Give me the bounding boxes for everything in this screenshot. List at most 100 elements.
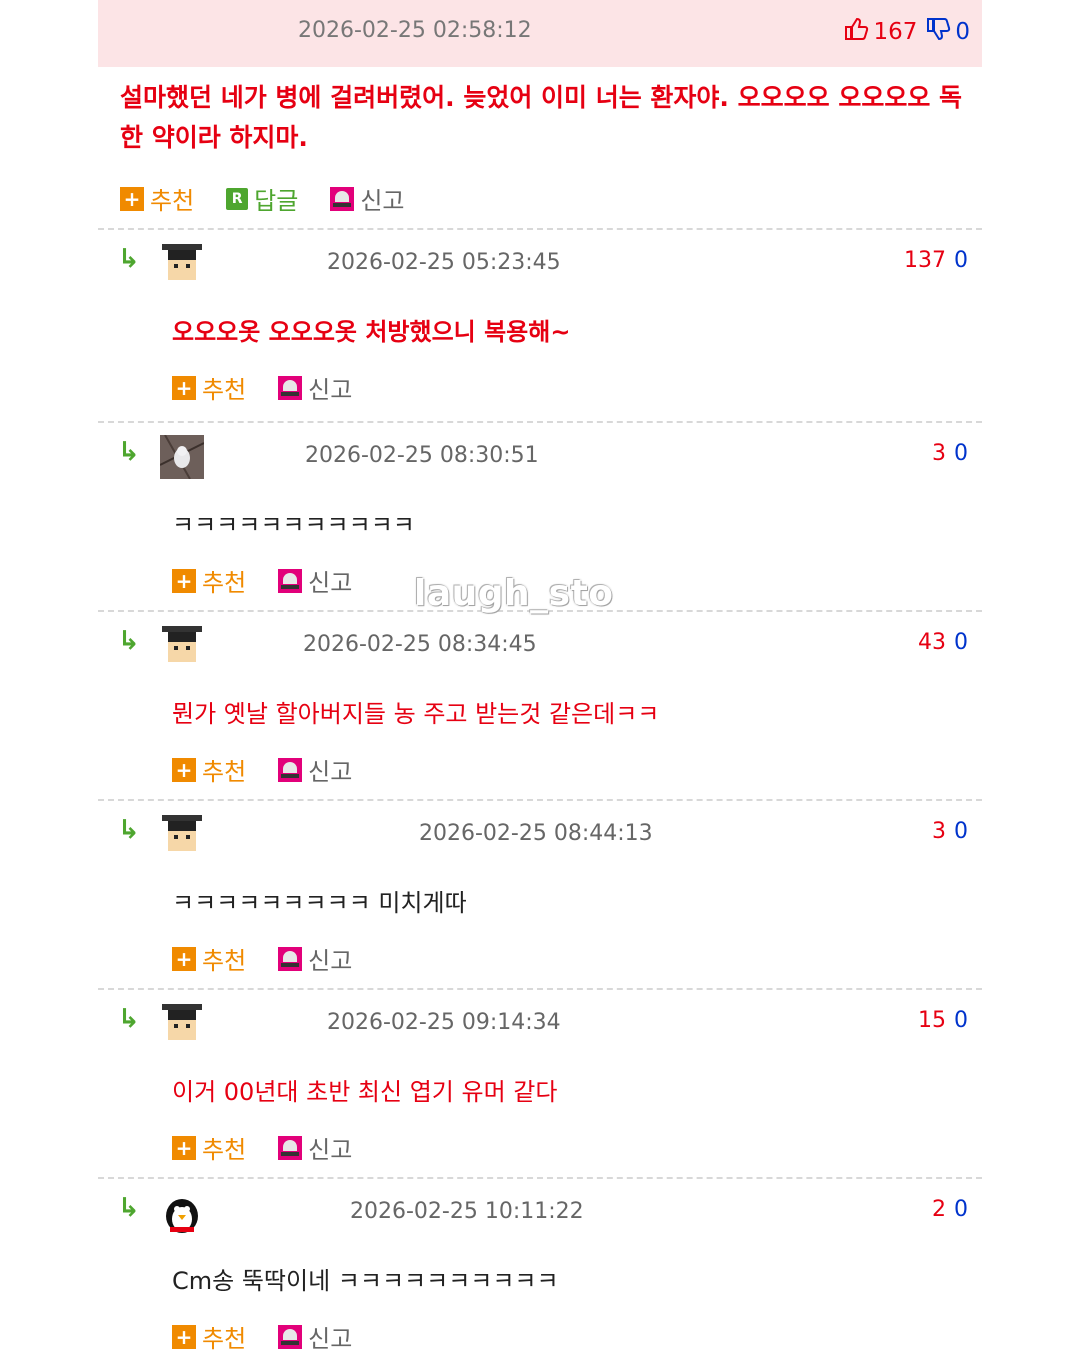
recommend-label: 추천 [202,758,247,786]
reply-button[interactable]: R 답글 [226,181,298,216]
thumbs-up-icon[interactable] [843,16,869,48]
report-label: 신고 [308,1136,353,1164]
comment-votes: 30 [932,819,968,844]
down-count: 0 [954,248,968,273]
comment-votes: 20 [932,1197,968,1222]
report-label: 신고 [360,187,405,215]
comment-actions: + 추천 신고 [172,1319,384,1354]
comment-votes: 137 0 [904,248,968,273]
siren-icon [330,186,355,211]
report-button[interactable]: 신고 [330,181,405,216]
plus-icon: + [120,186,144,211]
up-count: 15 [918,1008,946,1033]
up-count: 3 [932,819,946,844]
report-button[interactable]: 신고 [278,563,352,598]
reply-arrow-icon: ↳ [118,626,140,656]
plus-icon: + [172,946,196,971]
recommend-label: 추천 [202,376,247,404]
thumbs-down-icon[interactable] [925,16,951,48]
watermark: laugh_sto [414,573,614,614]
reply-arrow-icon: ↳ [118,437,140,467]
comment-text: 뭔가 옛날 할아버지들 농 주고 받는것 같은데ㅋㅋ [172,700,660,728]
comment-divider [98,988,982,990]
up-count: 3 [932,441,946,466]
post-votes: 167 0 [843,16,970,48]
avatar[interactable] [160,1002,204,1046]
comment-votes: 15 0 [918,1008,968,1033]
siren-icon [278,946,303,971]
comment-divider [98,1177,982,1179]
recommend-label: 추천 [150,187,195,215]
recommend-button[interactable]: + 추천 [172,370,246,405]
comment-text: 오오오옷 오오오옷 처방했으니 복용해~ [172,318,571,346]
avatar[interactable] [160,242,204,286]
up-count: 2 [932,1197,946,1222]
comment-text: 이거 00년대 초반 최신 엽기 유머 같다 [172,1078,558,1106]
post-actions: + 추천 R 답글 신고 [120,181,437,216]
siren-icon [278,375,303,400]
recommend-button[interactable]: + 추천 [172,941,246,976]
post-up-count: 167 [873,19,918,45]
recommend-button[interactable]: + 추천 [172,1130,246,1165]
comment-thread: 2026-02-25 02:58:12 167 0 설마했던 네가 병에 걸려버… [0,0,1080,1353]
avatar[interactable] [160,435,204,479]
plus-icon: + [172,757,196,782]
plus-icon: + [172,568,196,593]
report-button[interactable]: 신고 [278,941,352,976]
recommend-button[interactable]: + 추천 [172,563,246,598]
report-button[interactable]: 신고 [278,1130,352,1165]
comment-text: Cm송 뚝딱이네 ㅋㅋㅋㅋㅋㅋㅋㅋㅋㅋ [172,1267,559,1295]
post-down-count: 0 [955,19,970,45]
report-label: 신고 [308,569,353,597]
plus-icon: + [172,1135,196,1160]
comment-date: 2026-02-25 05:23:45 [327,250,561,275]
recommend-button[interactable]: + 추천 [172,1319,246,1354]
comment-actions: + 추천 신고 [172,1130,384,1165]
recommend-button[interactable]: + 추천 [172,752,246,787]
reply-arrow-icon: ↳ [118,815,140,845]
comment-text: ㅋㅋㅋㅋㅋㅋㅋㅋㅋㅋㅋ [172,511,415,539]
siren-icon [278,568,303,593]
report-button[interactable]: 신고 [278,370,352,405]
recommend-label: 추천 [202,1136,247,1164]
siren-icon [278,1324,303,1349]
reply-label: 답글 [254,187,299,215]
up-count: 43 [918,630,946,655]
comment-votes: 30 [932,441,968,466]
comment-date: 2026-02-25 09:14:34 [327,1010,561,1035]
comment-divider [98,799,982,801]
reply-arrow-icon: ↳ [118,1193,140,1223]
comment-divider [98,421,982,423]
down-count: 0 [954,1008,968,1033]
report-label: 신고 [308,947,353,975]
siren-icon [278,1135,303,1160]
up-count: 137 [904,248,946,273]
comment-divider [98,228,982,230]
plus-icon: + [172,375,196,400]
avatar[interactable] [160,624,204,668]
siren-icon [278,757,303,782]
comment-votes: 43 0 [918,630,968,655]
comment-text: ㅋㅋㅋㅋㅋㅋㅋㅋㅋ 미치게따 [172,889,467,917]
down-count: 0 [954,819,968,844]
recommend-button[interactable]: + 추천 [120,181,194,216]
down-count: 0 [954,441,968,466]
comment-actions: + 추천 신고 [172,941,384,976]
comment-actions: + 추천 신고 [172,752,384,787]
reply-r-icon: R [226,187,249,210]
comment-date: 2026-02-25 10:11:22 [350,1199,584,1224]
comment-actions: + 추천 신고 [172,370,384,405]
report-label: 신고 [308,758,353,786]
report-button[interactable]: 신고 [278,1319,352,1354]
recommend-label: 추천 [202,569,247,597]
report-button[interactable]: 신고 [278,752,352,787]
down-count: 0 [954,1197,968,1222]
comment-date: 2026-02-25 08:44:13 [419,821,653,846]
post-date: 2026-02-25 02:58:12 [298,18,532,43]
post-header: 2026-02-25 02:58:12 167 0 [98,0,982,67]
report-label: 신고 [308,376,353,404]
post-body: 설마했던 네가 병에 걸려버렸어. 늦었어 이미 너는 환자야. 오오오오 오오… [120,83,963,152]
recommend-label: 추천 [202,947,247,975]
avatar[interactable] [160,813,204,857]
avatar[interactable] [160,1191,204,1235]
